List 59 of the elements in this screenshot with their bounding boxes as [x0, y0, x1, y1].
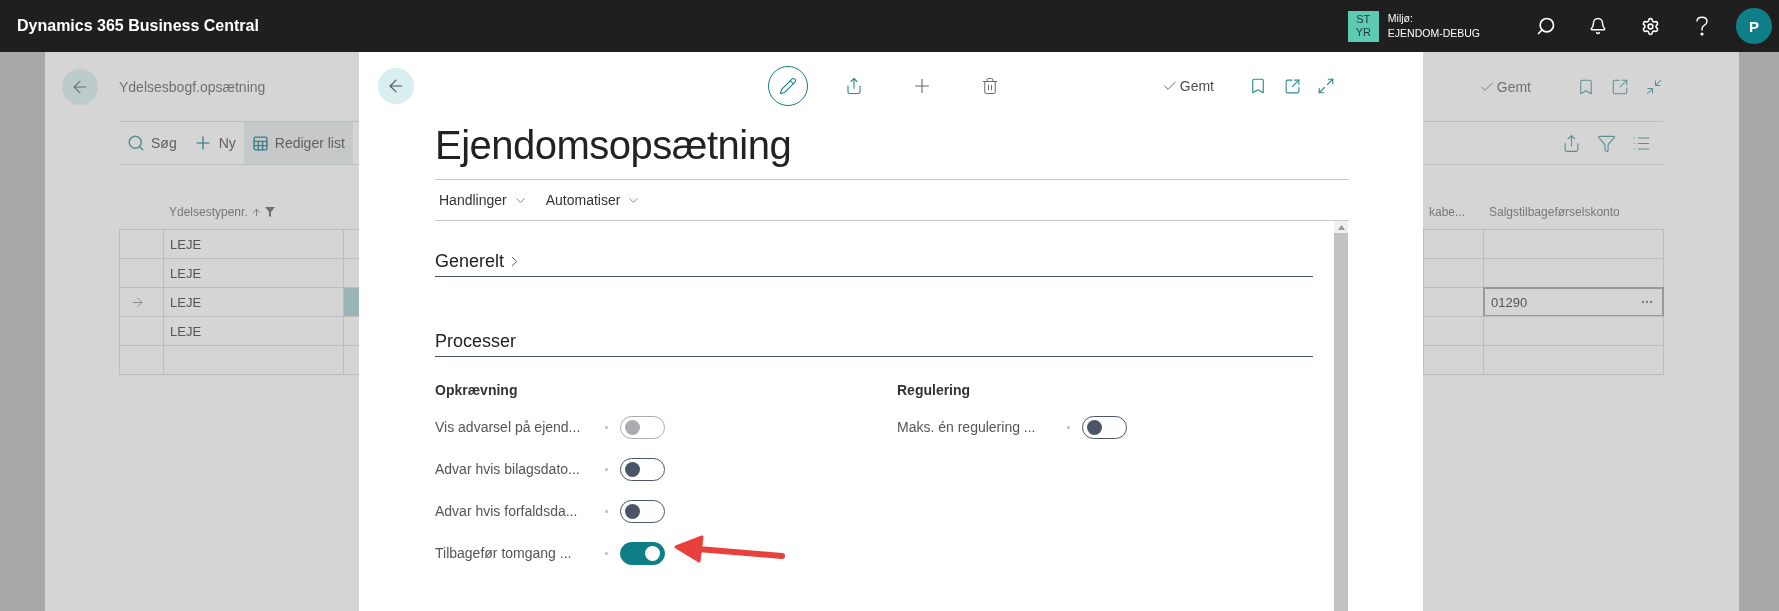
search-icon — [127, 134, 145, 152]
share-icon[interactable] — [1562, 133, 1581, 153]
type-text: LEJE — [170, 265, 202, 281]
input-field[interactable]: 01290 — [1483, 287, 1664, 317]
field-label: Maks. én regulering ... — [897, 419, 1037, 435]
page-title: Ydelsesbogf.opsætning — [119, 78, 266, 95]
user-avatar[interactable]: P — [1736, 8, 1772, 44]
share-icon — [845, 77, 863, 95]
toggle-switch[interactable] — [1082, 415, 1127, 439]
saved-status: Gemt — [1161, 78, 1214, 94]
group-title: Regulering — [897, 382, 972, 400]
toggle-switch[interactable] — [620, 457, 665, 481]
popout-icon — [1283, 77, 1301, 95]
collapse-icon[interactable] — [1645, 77, 1663, 96]
field-label: Advar hvis forfaldsda... — [435, 503, 579, 519]
table-edit-icon — [251, 134, 269, 152]
pencil-icon — [779, 77, 797, 95]
bookmark-icon — [1249, 77, 1267, 95]
field-label: Vis advarsel på ejend... — [435, 419, 582, 435]
bookmark-icon[interactable] — [1577, 77, 1595, 96]
scrollbar[interactable] — [1334, 221, 1348, 611]
app-title: Dynamics 365 Business Central — [17, 17, 259, 35]
toggle-switch[interactable] — [620, 541, 665, 565]
field-label: Tilbagefør tomgang ... — [435, 545, 573, 561]
field-label: Advar hvis bilagsdato... — [435, 461, 581, 477]
popout-icon[interactable] — [1611, 77, 1629, 96]
toolbar-action[interactable]: Rediger list — [243, 122, 353, 164]
column-header[interactable]: Ydelsestypenr. — [169, 205, 248, 219]
back-button[interactable] — [62, 68, 98, 105]
saved-status: Gemt — [1478, 78, 1531, 95]
column-header[interactable]: kabe... — [1429, 205, 1466, 219]
triangle-up-icon — [1337, 224, 1345, 230]
environment-badge: ST YR — [1347, 10, 1379, 42]
account-text: 01290 — [1491, 294, 1528, 310]
section-header[interactable]: Processer — [435, 327, 1313, 357]
filter-icon[interactable] — [1597, 133, 1616, 153]
menu-button[interactable]: Automatiser — [545, 192, 642, 208]
toggle-switch[interactable] — [620, 499, 665, 523]
expand-icon — [1317, 77, 1335, 95]
bell-icon — [1589, 17, 1607, 35]
toolbar-action[interactable]: Ny — [184, 122, 244, 164]
environment-label: Miljø: — [1387, 11, 1414, 26]
toolbar-action[interactable]: Søg — [119, 122, 185, 164]
gear-icon — [1640, 16, 1660, 36]
environment-name: EJENDOM-DEBUG — [1387, 26, 1480, 41]
back-button[interactable] — [378, 68, 414, 104]
type-text: LEJE — [170, 294, 202, 310]
question-mark-icon — [1695, 16, 1709, 36]
menu-button[interactable]: Handlinger — [439, 192, 528, 208]
group-title: Opkrævning — [435, 382, 519, 400]
dialog-title: Ejendomsopsætning — [435, 120, 1349, 180]
type-text: LEJE — [170, 323, 202, 339]
search-icon — [1536, 16, 1556, 36]
row-indicator-cell — [119, 345, 164, 375]
edit-button[interactable] — [768, 66, 808, 106]
trash-icon — [981, 77, 999, 95]
type-text: LEJE — [170, 236, 202, 252]
section-header[interactable]: Generelt — [435, 247, 1313, 277]
column-header[interactable]: Salgstilbageførselskonto — [1489, 205, 1620, 219]
